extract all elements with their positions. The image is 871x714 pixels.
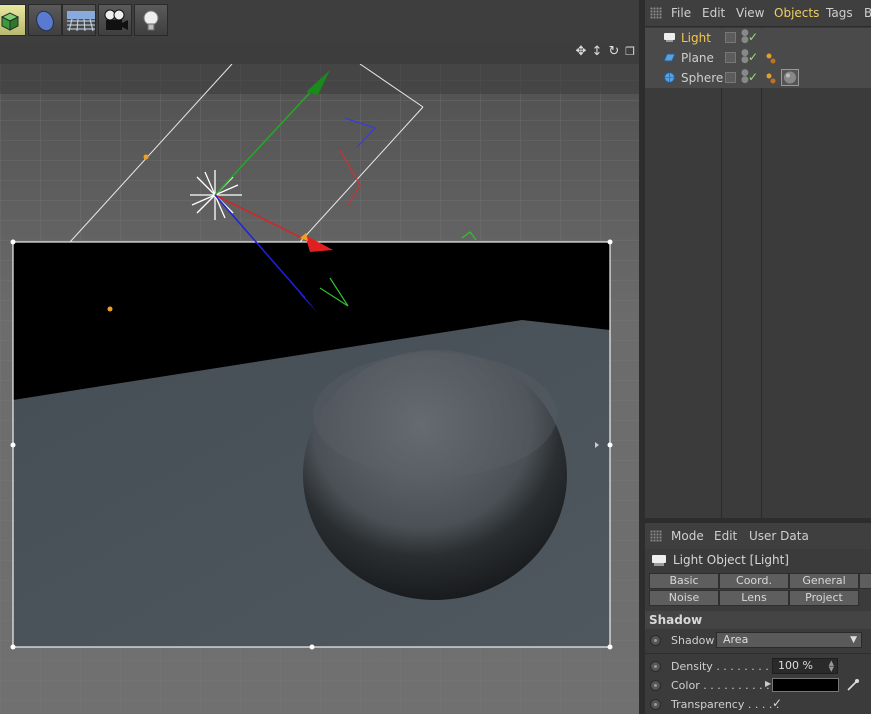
- layer-flag[interactable]: [725, 52, 736, 63]
- transparency-property: Transparency . . . . . ✓: [645, 695, 871, 714]
- zoom-view-icon[interactable]: ↕: [590, 45, 604, 59]
- tab-basic[interactable]: Basic: [649, 573, 719, 589]
- object-manager-menubar: File Edit View Objects Tags B: [645, 0, 871, 27]
- object-name[interactable]: Plane: [681, 51, 714, 65]
- menu-mode[interactable]: Mode: [671, 529, 704, 543]
- camera-icon: [104, 9, 128, 30]
- deformer-tool-button[interactable]: [28, 4, 62, 36]
- light-tool-button[interactable]: [134, 4, 168, 36]
- object-row-light[interactable]: Light ● ● ✓: [645, 28, 871, 48]
- material-tag-icon[interactable]: [781, 69, 799, 86]
- menu-user-data[interactable]: User Data: [749, 529, 809, 543]
- attribute-manager: Mode Edit User Data Light Object [Light]…: [645, 523, 871, 714]
- viewport-header: ✥ ↕ ↻ ❐: [0, 42, 640, 65]
- menu-file[interactable]: File: [671, 6, 691, 20]
- chevron-down-icon: ▼: [850, 635, 857, 645]
- animate-radio[interactable]: [650, 680, 661, 691]
- tab-coord[interactable]: Coord.: [719, 573, 789, 589]
- color-label: Color . . . . . . . . . .: [671, 679, 770, 692]
- menu-edit[interactable]: Edit: [714, 529, 737, 543]
- animate-radio[interactable]: [650, 699, 661, 710]
- density-input[interactable]: 100 % ▲ ▼: [772, 658, 838, 674]
- transparency-checkbox[interactable]: ✓: [772, 696, 782, 710]
- maximize-view-icon[interactable]: ❐: [623, 45, 637, 59]
- main-toolbar: [0, 0, 640, 42]
- object-row-sphere[interactable]: Sphere ● ● ✓: [645, 68, 871, 88]
- enabled-check[interactable]: ✓: [748, 70, 758, 84]
- floor-tool-button[interactable]: [62, 4, 96, 36]
- column-divider: [761, 26, 762, 518]
- phong-tag-icon[interactable]: [765, 72, 777, 84]
- eyedropper-icon[interactable]: [846, 678, 860, 692]
- shadow-type-value: Area: [723, 633, 749, 646]
- cube-tool-button[interactable]: [0, 4, 26, 36]
- expand-arrow-icon[interactable]: ▶: [765, 679, 771, 688]
- object-row-plane[interactable]: Plane ● ● ✓: [645, 48, 871, 68]
- tab-project[interactable]: Project: [789, 590, 859, 606]
- divider: [645, 653, 871, 654]
- deformer-icon: [36, 10, 54, 32]
- color-property: Color . . . . . . . . . . ▶: [645, 676, 871, 695]
- tab-general[interactable]: General: [789, 573, 859, 589]
- light-object-icon: [652, 555, 666, 566]
- attribute-title: Light Object [Light]: [673, 553, 789, 567]
- menu-view[interactable]: View: [736, 6, 764, 20]
- object-name[interactable]: Sphere: [681, 71, 723, 85]
- light-object-icon: [664, 33, 675, 42]
- animate-radio[interactable]: [650, 661, 661, 672]
- cube-icon: [0, 12, 20, 31]
- sphere-object-icon: [664, 72, 675, 83]
- phong-tag-icon[interactable]: [765, 52, 777, 64]
- attribute-title-bar: Light Object [Light]: [645, 549, 871, 571]
- light-bulb-icon: [143, 10, 159, 31]
- density-value: 100 %: [778, 659, 813, 672]
- grip-icon[interactable]: [650, 7, 662, 19]
- object-manager: File Edit View Objects Tags B Light ● ● ✓…: [645, 0, 871, 518]
- density-property: Density . . . . . . . . . . 100 % ▲ ▼: [645, 657, 871, 676]
- menu-bookmarks[interactable]: B: [864, 6, 871, 20]
- animate-radio[interactable]: [650, 635, 661, 646]
- section-title: Shadow: [649, 613, 703, 627]
- 3d-viewport[interactable]: [0, 64, 639, 714]
- shadow-label: Shadow: [671, 634, 715, 647]
- color-swatch[interactable]: [772, 678, 839, 692]
- transparency-label: Transparency . . . . .: [671, 698, 780, 711]
- layer-flag[interactable]: [725, 32, 736, 43]
- stepper-icon[interactable]: ▲ ▼: [829, 660, 834, 673]
- column-divider: [721, 26, 722, 518]
- enabled-check[interactable]: ✓: [748, 30, 758, 44]
- tab-noise[interactable]: Noise: [649, 590, 719, 606]
- attribute-manager-menubar: Mode Edit User Data: [645, 523, 871, 550]
- grip-icon[interactable]: [650, 530, 662, 542]
- move-view-icon[interactable]: ✥: [574, 45, 588, 59]
- viewport-scene: [0, 64, 639, 714]
- tab-lens[interactable]: Lens: [719, 590, 789, 606]
- menu-edit[interactable]: Edit: [702, 6, 725, 20]
- shadow-property: Shadow Area ▼: [645, 631, 871, 650]
- density-label: Density . . . . . . . . . .: [671, 660, 783, 673]
- menu-objects[interactable]: Objects: [774, 6, 819, 20]
- camera-tool-button[interactable]: [98, 4, 132, 36]
- plane-object-icon: [663, 53, 676, 62]
- shadow-type-select[interactable]: Area ▼: [716, 632, 862, 648]
- floor-grid-icon: [67, 11, 95, 32]
- enabled-check[interactable]: ✓: [748, 50, 758, 64]
- layer-flag[interactable]: [725, 72, 736, 83]
- section-header: Shadow: [645, 611, 871, 629]
- menu-tags[interactable]: Tags: [826, 6, 853, 20]
- tab-more[interactable]: [859, 573, 871, 589]
- object-name[interactable]: Light: [681, 31, 711, 45]
- rotate-view-icon[interactable]: ↻: [607, 45, 621, 59]
